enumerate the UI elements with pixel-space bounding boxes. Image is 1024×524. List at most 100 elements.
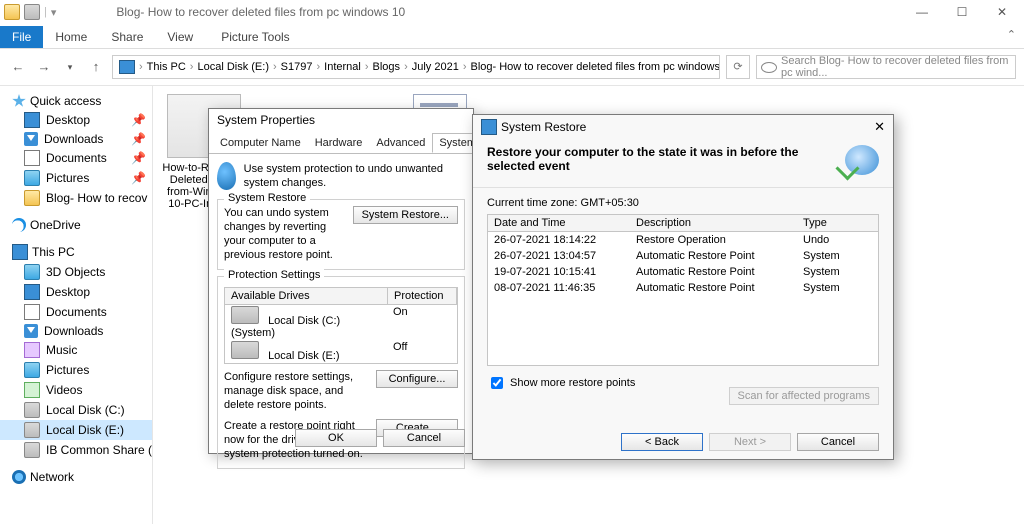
qat-sep: | [44, 6, 47, 18]
sidebar-item-pictures2[interactable]: Pictures [0, 360, 152, 380]
minimize-button[interactable]: — [902, 0, 942, 24]
drive-icon [24, 402, 40, 418]
sidebar-item-share[interactable]: IB Common Share ( [0, 440, 152, 460]
breadcrumb-seg[interactable]: July 2021 [412, 61, 459, 73]
sidebar-item-music[interactable]: Music [0, 340, 152, 360]
folder-icon [4, 4, 20, 20]
back-button[interactable]: < Back [621, 433, 703, 451]
videos-icon [24, 382, 40, 398]
drive-icon [231, 306, 259, 324]
close-button[interactable]: ✕ [874, 119, 885, 135]
breadcrumb-seg[interactable]: Blogs [373, 61, 401, 73]
restore-point-row[interactable]: 26-07-2021 13:04:57Automatic Restore Poi… [488, 248, 878, 264]
timezone-label: Current time zone: GMT+05:30 [487, 196, 879, 210]
system-restore-dialog: System Restore ✕ Restore your computer t… [472, 114, 894, 460]
show-more-label: Show more restore points [510, 377, 635, 389]
ok-button[interactable]: OK [295, 429, 377, 447]
close-button[interactable]: ✕ [982, 0, 1022, 24]
nav-pane: Quick access Desktop📌 Downloads📌 Documen… [0, 86, 153, 524]
system-restore-button[interactable]: System Restore... [353, 206, 458, 224]
sidebar-item-downloads[interactable]: Downloads📌 [0, 130, 152, 148]
tab-computer-name[interactable]: Computer Name [213, 133, 308, 153]
desktop-icon [24, 284, 40, 300]
ribbon: File Home Share View Picture Tools ⌃ [0, 24, 1024, 49]
cancel-button[interactable]: Cancel [797, 433, 879, 451]
sidebar-item-blog[interactable]: Blog- How to recov [0, 188, 152, 208]
netdrive-icon [24, 442, 40, 458]
sidebar-item-3dobjects[interactable]: 3D Objects [0, 262, 152, 282]
sidebar-this-pc[interactable]: This PC [0, 242, 152, 262]
restore-icon [481, 119, 497, 135]
breadcrumb-seg[interactable]: Blog- How to recover deleted files from … [471, 61, 721, 73]
sidebar-onedrive[interactable]: OneDrive [0, 216, 152, 234]
configure-text: Configure restore settings, manage disk … [224, 370, 370, 413]
show-more-input[interactable] [491, 377, 503, 389]
col-drive: Available Drives [225, 288, 388, 304]
nav-up-button[interactable]: ↑ [86, 57, 106, 77]
next-button[interactable]: Next > [709, 433, 791, 451]
refresh-button[interactable]: ⟳ [726, 55, 750, 79]
ribbon-chevron-icon[interactable]: ⌃ [1007, 28, 1016, 41]
tab-home[interactable]: Home [43, 26, 99, 48]
tabstrip: Computer Name Hardware Advanced System P… [209, 131, 473, 154]
breadcrumb[interactable]: › This PC› Local Disk (E:)› S1797› Inter… [112, 55, 720, 79]
qat-chevron-icon[interactable]: ▾ [51, 6, 57, 19]
sidebar-network[interactable]: Network [0, 468, 152, 486]
system-properties-dialog: System Properties Computer Name Hardware… [208, 108, 474, 454]
search-box[interactable]: Search Blog- How to recover deleted file… [756, 55, 1016, 79]
maximize-button[interactable]: ☐ [942, 0, 982, 24]
nav-forward-button[interactable]: → [34, 57, 54, 77]
tab-hardware[interactable]: Hardware [308, 133, 370, 153]
tab-system-protection[interactable]: System Protection [432, 133, 473, 153]
drive-row[interactable]: Local Disk (E:) Off [225, 340, 457, 363]
sidebar-item-videos[interactable]: Videos [0, 380, 152, 400]
tab-advanced[interactable]: Advanced [369, 133, 432, 153]
sidebar-item-documents[interactable]: Documents📌 [0, 148, 152, 168]
folder-icon [24, 190, 40, 206]
sidebar-quick-access[interactable]: Quick access [0, 92, 152, 110]
group-label: Protection Settings [224, 269, 324, 281]
restore-point-row[interactable]: 19-07-2021 10:15:41Automatic Restore Poi… [488, 264, 878, 280]
sidebar-item-pictures[interactable]: Pictures📌 [0, 168, 152, 188]
scan-button[interactable]: Scan for affected programs [729, 387, 879, 405]
breadcrumb-seg[interactable]: Internal [324, 61, 361, 73]
dialog-title: System Restore [501, 120, 586, 134]
restore-headline: Restore your computer to the state it wa… [487, 145, 837, 173]
downloads-icon [24, 324, 38, 338]
music-icon [24, 342, 40, 358]
pictures-icon [24, 170, 40, 186]
downloads-icon [24, 132, 38, 146]
network-icon [12, 470, 26, 484]
drive-icon [231, 341, 259, 359]
restore-point-row[interactable]: 26-07-2021 18:14:22Restore OperationUndo [488, 232, 878, 248]
file-tab[interactable]: File [0, 26, 43, 48]
breadcrumb-seg[interactable]: S1797 [281, 61, 313, 73]
cancel-button[interactable]: Cancel [383, 429, 465, 447]
title-bar: | ▾ Manage Blog- How to recover deleted … [0, 0, 1024, 24]
configure-button[interactable]: Configure... [376, 370, 458, 388]
sidebar-item-desktop2[interactable]: Desktop [0, 282, 152, 302]
breadcrumb-seg[interactable]: Local Disk (E:) [197, 61, 269, 73]
nav-history-chevron[interactable]: ▾ [60, 57, 80, 77]
sidebar-item-documents2[interactable]: Documents [0, 302, 152, 322]
drives-table: Available Drives Protection Local Disk (… [224, 287, 458, 364]
tab-picture-tools[interactable]: Picture Tools [209, 26, 301, 48]
tab-share[interactable]: Share [99, 26, 155, 48]
drive-row[interactable]: Local Disk (C:) (System) On [225, 305, 457, 340]
col-datetime: Date and Time [488, 215, 630, 231]
sidebar-item-c[interactable]: Local Disk (C:) [0, 400, 152, 420]
sidebar-item-desktop[interactable]: Desktop📌 [0, 110, 152, 130]
breadcrumb-seg[interactable]: This PC [147, 61, 186, 73]
nav-back-button[interactable]: ← [8, 57, 28, 77]
onedrive-icon [12, 218, 26, 232]
system-restore-group: System Restore You can undo system chang… [217, 199, 465, 270]
restore-point-row[interactable]: 08-07-2021 11:46:35Automatic Restore Poi… [488, 280, 878, 296]
restore-globe-icon [845, 145, 879, 175]
desktop-icon [24, 112, 40, 128]
col-protection: Protection [388, 288, 457, 304]
tab-view[interactable]: View [155, 26, 205, 48]
sidebar-item-downloads2[interactable]: Downloads [0, 322, 152, 340]
sidebar-item-e[interactable]: Local Disk (E:) [0, 420, 152, 440]
nav-row: ← → ▾ ↑ › This PC› Local Disk (E:)› S179… [0, 49, 1024, 86]
shield-icon [217, 162, 236, 190]
